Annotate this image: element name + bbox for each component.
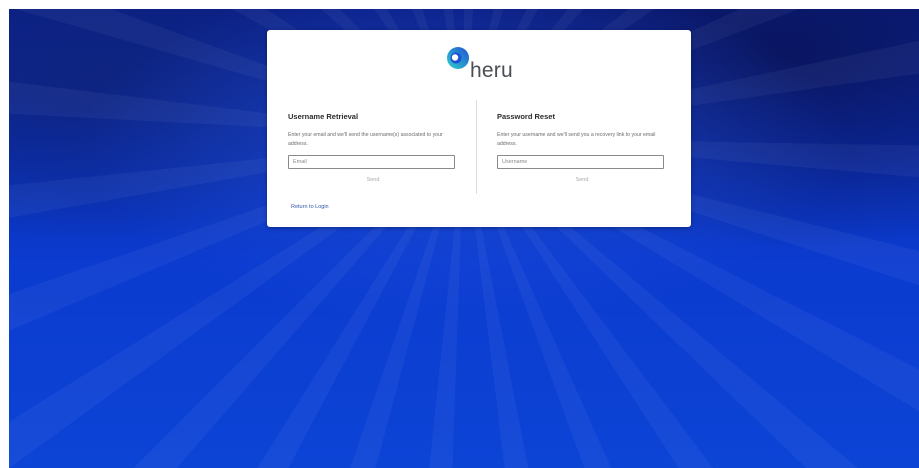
brand-logo: heru	[444, 45, 544, 85]
email-field[interactable]	[288, 155, 455, 169]
username-retrieval-title: Username Retrieval	[288, 112, 359, 121]
recovery-card: heru Username Retrieval Enter your email…	[267, 30, 691, 227]
password-reset-section: Password Reset Enter your username and w…	[497, 112, 667, 183]
password-reset-title: Password Reset	[497, 112, 555, 121]
brand-name: heru	[470, 59, 513, 82]
desktop-background: heru Username Retrieval Enter your email…	[9, 9, 919, 468]
section-divider	[476, 100, 477, 194]
username-retrieval-section: Username Retrieval Enter your email and …	[288, 112, 458, 183]
return-to-login-link[interactable]: Return to Login	[291, 204, 329, 210]
username-field[interactable]	[497, 155, 664, 169]
send-username-button[interactable]: Send	[353, 177, 393, 183]
password-reset-description: Enter your username and we'll send you a…	[497, 132, 656, 147]
send-recovery-link-button[interactable]: Send	[562, 177, 602, 183]
username-retrieval-description: Enter your email and we'll send the user…	[288, 132, 443, 147]
